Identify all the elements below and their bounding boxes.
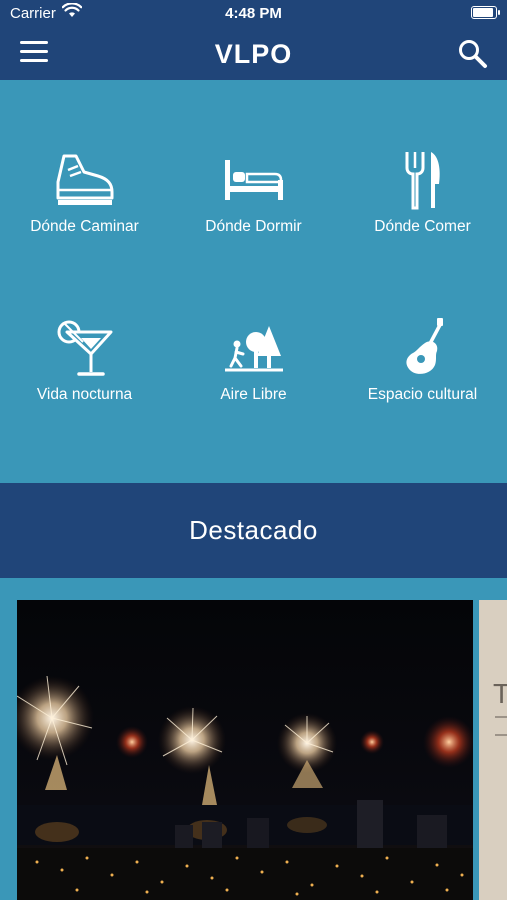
app-title: VLPO	[214, 39, 293, 69]
category-label: Aire Libre	[220, 386, 287, 403]
fork-knife-icon	[338, 148, 507, 212]
sneaker-icon	[0, 148, 169, 212]
battery-icon	[471, 6, 500, 19]
park-icon	[169, 316, 338, 380]
category-espacio-cultural[interactable]: Espacio cultural	[338, 316, 507, 404]
category-label: Espacio cultural	[367, 386, 478, 403]
category-donde-comer[interactable]: Dónde Comer	[338, 148, 507, 236]
featured-card-title: T	[493, 678, 507, 709]
featured-card-fireworks[interactable]	[17, 600, 473, 900]
text-line	[495, 716, 507, 718]
search-icon[interactable]	[457, 38, 489, 70]
featured-card-peek[interactable]: T	[479, 600, 507, 900]
category-label: Vida nocturna	[36, 386, 133, 403]
category-label: Dónde Caminar	[30, 218, 139, 235]
navigation-bar: VLPO	[0, 28, 507, 80]
category-donde-dormir[interactable]: Dónde Dormir	[169, 148, 338, 236]
cocktail-icon	[0, 316, 169, 380]
fireworks-photo	[17, 600, 473, 900]
featured-header: Destacado	[0, 483, 507, 578]
category-label: Dónde Dormir	[205, 218, 302, 235]
category-aire-libre[interactable]: Aire Libre	[169, 316, 338, 404]
category-donde-caminar[interactable]: Dónde Caminar	[0, 148, 169, 236]
category-label: Dónde Comer	[374, 218, 471, 235]
featured-heading: Destacado	[189, 515, 318, 545]
guitar-icon	[338, 316, 507, 380]
text-line	[495, 734, 507, 736]
bed-icon	[169, 148, 338, 212]
status-time: 4:48 PM	[225, 5, 282, 22]
category-vida-nocturna[interactable]: Vida nocturna	[0, 316, 169, 404]
category-grid: Dónde Caminar Dónde Dormir Dónde Comer V…	[0, 80, 507, 483]
status-bar: Carrier 4:48 PM	[0, 0, 507, 28]
